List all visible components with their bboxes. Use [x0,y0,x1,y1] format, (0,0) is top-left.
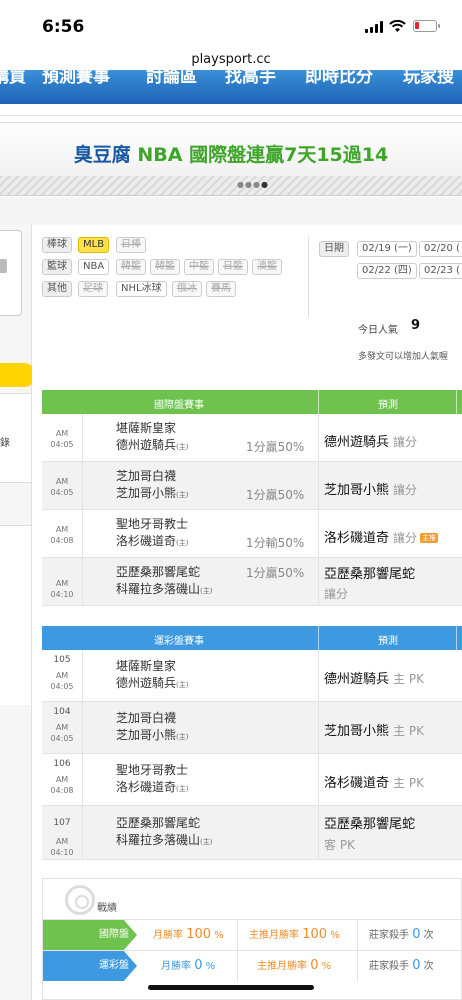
date-0223[interactable]: 02/23 ( [419,263,462,279]
prediction-pick: 德州遊騎兵主 PK [324,672,424,687]
marquee-banner[interactable]: 臭豆腐 NBA 國際盤連贏7天15過14 [0,122,462,176]
table-row[interactable]: AM 04:10 亞歷桑那響尾蛇 科羅拉多落磯山(主) 1分贏50% 亞歷桑那響尾… [42,558,462,606]
popularity-value: 9 [411,318,421,333]
status-bar: 6:56 [0,0,462,48]
table-row[interactable]: 106 AM 04:08 聖地牙哥教士 洛杉磯道奇(主) 洛杉磯道奇主 PK [42,754,462,806]
table-row[interactable]: AM 04:05 堪薩斯皇家 德州遊騎兵(主) 1分贏50% 德州遊騎兵 讓分 [42,414,462,462]
filter-category-other: 其他 [42,281,72,297]
table-row[interactable]: 107 AM 04:10 亞歷桑那響尾蛇 科羅拉多落磯山(主) 亞歷桑那響尾蛇 客… [42,806,462,860]
prediction-pick: 洛杉磯道奇主 PK [324,776,424,791]
filter-kbl[interactable]: 韓籃 [116,259,146,275]
prediction-pick: 芝加哥小熊主 PK [324,724,424,739]
url-bar[interactable]: playsport.cc [0,52,462,67]
intl-table-header: 國際盤賽事 預測 [42,390,462,414]
filter-bjl[interactable]: 日籃 [218,259,248,275]
intl-header-match: 國際盤賽事 [154,400,204,411]
filter-nbl[interactable]: 澳籃 [252,259,282,275]
date-0219[interactable]: 02/19 (一) [357,241,417,257]
popularity-label: 今日人氣 [358,325,398,336]
filter-mlb[interactable]: MLB [78,237,110,253]
nav-item-buy[interactable]: 購買 [0,70,26,86]
filter-khl[interactable]: 俄冰 [172,281,202,297]
left-sidebar: 錄 [0,225,36,1000]
date-label: 日期 [319,241,349,257]
table-row[interactable]: 104 AM 04:05 芝加哥白襪 芝加哥小熊(主) 芝加哥小熊主 PK [42,702,462,754]
date-0220[interactable]: 02/20 ( [419,241,462,257]
filter-nhl[interactable]: NHL冰球 [116,281,167,297]
banner-divider [0,176,462,196]
record-panel: 戰績 國際盤 月勝率 100 % 主推月勝率 100 % 莊家殺手 0 次 運彩… [42,878,462,1000]
carousel-dots-icon[interactable]: ●●●● [237,180,269,189]
prediction-pick: 德州遊騎兵 讓分 [324,435,418,450]
nav-item-livescore[interactable]: 即時比分 [305,70,373,86]
prediction-pick: 亞歷桑那響尾蛇 [324,817,416,832]
prediction-pick: 亞歷桑那響尾蛇 [324,567,416,582]
target-icon [65,885,95,915]
header-strip [0,104,462,116]
battery-icon [413,20,440,32]
sidebar-highlight-tab[interactable] [0,363,36,387]
main-nav: 購買 預測賽事 討論區 找高手 即時比分 玩家搜 [0,70,462,104]
banner-headline: NBA 國際盤連贏7天15過14 [137,144,389,166]
sidebar-panel-2 [0,525,31,705]
table-row[interactable]: 105 AM 04:05 堪薩斯皇家 德州遊騎兵(主) 德州遊騎兵主 PK [42,650,462,702]
main-content: 棒球 MLB 日棒 籃球 NBA 韓籃 韓籃 中籃 日籃 澳籃 其他 足球 NH… [32,225,462,1000]
popularity-note: 多發文可以增加人氣喔 [358,352,449,362]
nav-item-experts[interactable]: 找高手 [225,70,276,86]
sidebar-panel: 錄 [0,393,31,483]
table-row[interactable]: AM 04:05 芝加哥白襪 芝加哥小熊(主) 1分贏50% 芝加哥小熊 讓分 [42,462,462,510]
filter-npb[interactable]: 日棒 [116,237,146,253]
record-row-intl: 國際盤 月勝率 100 % 主推月勝率 100 % 莊家殺手 0 次 [43,919,462,950]
signal-icon [365,21,383,33]
nav-item-forum[interactable]: 討論區 [146,70,197,86]
record-row-lottery: 運彩盤 月勝率 0 % 主推月勝率 0 % 莊家殺手 0 次 [43,950,462,981]
nav-item-player-search[interactable]: 玩家搜 [403,70,454,86]
lottery-table-header: 運彩盤賽事 預測 [42,626,462,650]
prediction-pick: 洛杉磯道奇 讓分 主推 [324,531,439,546]
filter-nba[interactable]: NBA [78,259,110,275]
table-row[interactable]: AM 04:08 聖地牙哥教士 洛杉磯道奇(主) 1分輸50% 洛杉磯道奇 讓分 主推 [42,510,462,558]
prediction-pick: 芝加哥小熊 讓分 [324,483,418,498]
avatar[interactable] [0,230,22,316]
banner-user: 臭豆腐 [73,144,131,166]
record-title: 戰績 [97,903,117,914]
filter-category-baseball: 棒球 [42,237,72,253]
filter-horse[interactable]: 賽馬 [206,281,236,297]
date-0222[interactable]: 02/22 (四) [357,263,417,279]
wifi-icon [389,19,406,32]
main-pick-badge: 主推 [420,533,439,543]
intl-header-pred: 預測 [378,400,398,411]
filter-cba[interactable]: 中籃 [184,259,214,275]
lottery-header-pred: 預測 [378,636,398,647]
filter-wkbl[interactable]: 韓籃 [150,259,180,275]
home-indicator[interactable] [148,985,314,990]
filter-category-basketball: 籃球 [42,259,72,275]
intl-prediction-table: 國際盤賽事 預測 AM 04:05 堪薩斯皇家 德州遊騎兵(主) 1分贏50% 德州… [42,390,462,606]
lottery-header-match: 運彩盤賽事 [154,636,204,647]
nav-item-predict[interactable]: 預測賽事 [42,70,110,86]
filter-soccer[interactable]: 足球 [78,281,108,297]
clock: 6:56 [42,17,85,37]
lottery-prediction-table: 運彩盤賽事 預測 105 AM 04:05 堪薩斯皇家 德州遊騎兵(主) 德州遊騎兵… [42,626,462,860]
